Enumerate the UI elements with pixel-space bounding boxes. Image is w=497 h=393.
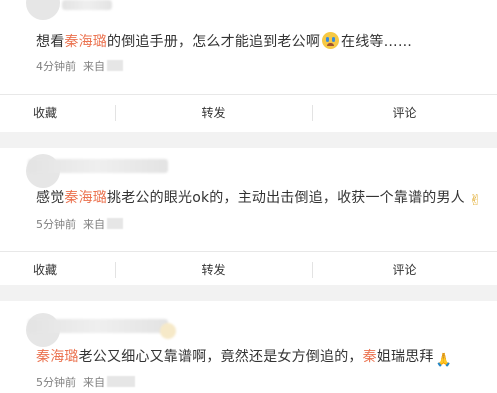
comment-text-body: 老公又细心又靠谱啊，竟然还是女方倒追的， bbox=[78, 349, 363, 365]
comment-button[interactable]: 评论 bbox=[312, 95, 497, 131]
post-source-blurred[interactable] bbox=[107, 218, 123, 229]
folded-hands-icon: 🙏 bbox=[435, 353, 453, 368]
comment-text-body: 挑老公的眼光ok的，主动出击倒追，收获一个靠谱的男人 bbox=[107, 190, 465, 206]
feed-card-3: 秦海璐老公又细心又靠谱啊，竟然还是女方倒追的，秦姐瑞思拜 🙏 5分钟前 来自 bbox=[0, 301, 497, 393]
post-meta: 5分钟前 来自 bbox=[36, 374, 135, 390]
username-blurred[interactable] bbox=[28, 319, 168, 333]
post-time[interactable]: 5分钟前 bbox=[36, 218, 76, 231]
comment-text: 秦海璐老公又细心又靠谱啊，竟然还是女方倒追的，秦姐瑞思拜 🙏 bbox=[36, 346, 455, 369]
name-link-short[interactable]: 秦 bbox=[363, 349, 377, 365]
collect-button[interactable]: 收藏 bbox=[0, 252, 115, 288]
action-bar: 收藏 转发 评论 bbox=[0, 94, 497, 131]
repost-button[interactable]: 转发 bbox=[115, 252, 312, 288]
comment-text: 感觉秦海璐挑老公的眼光ok的，主动出击倒追，收获一个靠谱的男人 ✌ bbox=[36, 187, 486, 209]
username-blurred[interactable] bbox=[62, 0, 112, 10]
user-badge-icon bbox=[160, 323, 176, 339]
post-source-blurred[interactable] bbox=[107, 60, 123, 71]
comment-text: 想看秦海璐的倒追手册，怎么才能追到老公啊 在线等…… bbox=[36, 31, 412, 51]
crying-face-icon bbox=[322, 32, 340, 49]
comment-text-body: 的倒追手册，怎么才能追到老公啊 bbox=[107, 34, 321, 50]
post-meta: 4分钟前 来自 bbox=[36, 58, 123, 74]
name-link[interactable]: 秦海璐 bbox=[64, 34, 107, 50]
action-bar: 收藏 转发 评论 bbox=[0, 251, 497, 288]
comment-text-pre: 想看 bbox=[36, 34, 65, 50]
name-link[interactable]: 秦海璐 bbox=[36, 349, 79, 365]
comment-text-pre: 感觉 bbox=[36, 190, 65, 206]
post-source-label: 来自 bbox=[83, 218, 105, 231]
post-time[interactable]: 4分钟前 bbox=[36, 60, 76, 73]
feed-card-2: 感觉秦海璐挑老公的眼光ok的，主动出击倒追，收获一个靠谱的男人 ✌ 5分钟前 来自… bbox=[0, 148, 497, 285]
feed-card-1: 想看秦海璐的倒追手册，怎么才能追到老公啊 在线等…… 4分钟前 来自 收藏 转发 … bbox=[0, 0, 497, 132]
username-blurred[interactable] bbox=[28, 159, 168, 173]
collect-button[interactable]: 收藏 bbox=[0, 95, 115, 131]
post-source-blurred[interactable] bbox=[107, 376, 135, 387]
post-meta: 5分钟前 来自 bbox=[36, 216, 123, 232]
post-source-label: 来自 bbox=[83, 376, 105, 389]
victory-hand-icon: ✌ bbox=[469, 191, 482, 209]
post-time[interactable]: 5分钟前 bbox=[36, 376, 76, 389]
name-link[interactable]: 秦海璐 bbox=[64, 190, 107, 206]
comment-text-tail: 在线等…… bbox=[341, 34, 413, 50]
post-source-label: 来自 bbox=[83, 60, 105, 73]
comment-text-tail: 姐瑞思拜 bbox=[376, 349, 434, 365]
avatar[interactable] bbox=[26, 0, 60, 20]
repost-button[interactable]: 转发 bbox=[115, 95, 312, 131]
comment-button[interactable]: 评论 bbox=[312, 252, 497, 288]
